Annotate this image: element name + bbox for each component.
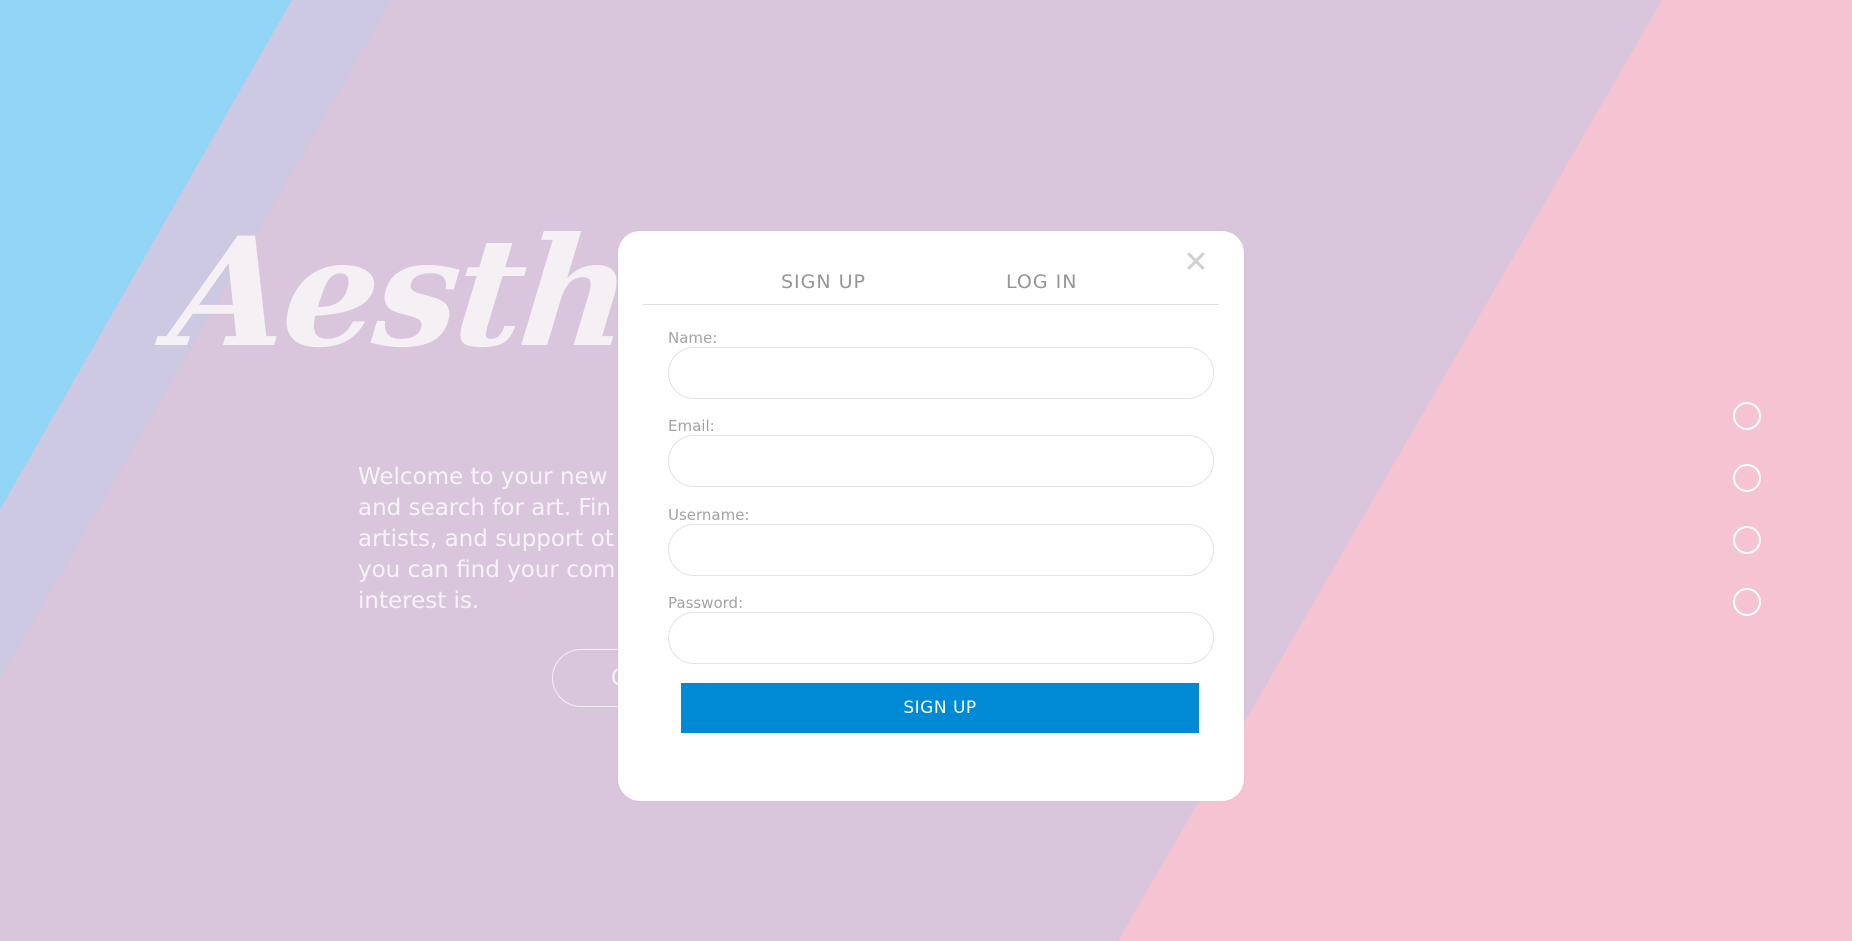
name-field[interactable]: [668, 347, 1214, 399]
slide-pager: [1733, 402, 1763, 650]
password-field[interactable]: [668, 612, 1214, 664]
signup-modal: ✕ SIGN UP LOG IN Name: Email: Username: …: [618, 231, 1244, 801]
brand-logo: Aesth: [162, 205, 636, 381]
pager-dot-3[interactable]: [1733, 526, 1761, 554]
tab-log-in[interactable]: LOG IN: [1006, 271, 1077, 293]
password-label: Password:: [668, 594, 744, 612]
modal-tabs: SIGN UP LOG IN: [643, 271, 1219, 305]
page: Aesth Welcome to your new and search for…: [0, 0, 1852, 941]
username-label: Username:: [668, 506, 750, 524]
email-label: Email:: [668, 417, 715, 435]
name-label: Name:: [668, 329, 718, 347]
email-field[interactable]: [668, 435, 1214, 487]
pager-dot-1[interactable]: [1733, 402, 1761, 430]
tab-sign-up[interactable]: SIGN UP: [781, 271, 866, 293]
username-field[interactable]: [668, 524, 1214, 576]
pager-dot-2[interactable]: [1733, 464, 1761, 492]
sign-up-button[interactable]: SIGN UP: [681, 683, 1199, 733]
pager-dot-4[interactable]: [1733, 588, 1761, 616]
